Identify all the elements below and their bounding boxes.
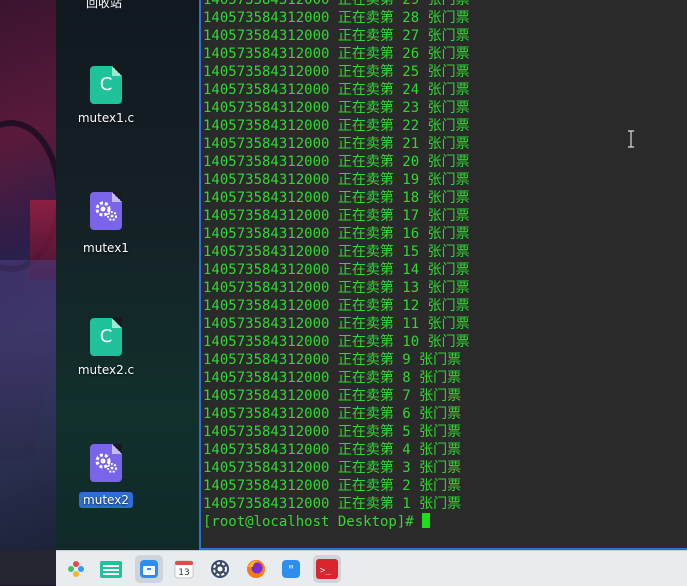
terminal-line: 140573584312000 正在卖第 21 张门票 bbox=[203, 136, 470, 152]
terminal-prompt-line[interactable]: [root@localhost Desktop]# bbox=[203, 513, 470, 531]
terminal-line: 140573584312000 正在卖第 28 张门票 bbox=[203, 10, 470, 26]
desktop-icon-mutex2[interactable]: mutex2 bbox=[56, 444, 156, 508]
terminal-icon[interactable]: >_ bbox=[313, 555, 341, 583]
terminal-line: 140573584312000 正在卖第 2 张门票 bbox=[203, 478, 462, 494]
desktop-icon-mutex1-c[interactable]: C mutex1.c bbox=[56, 66, 156, 126]
terminal-line: 140573584312000 正在卖第 6 张门票 bbox=[203, 406, 462, 422]
desktop-icon-mutex2-c[interactable]: C mutex2.c bbox=[56, 318, 156, 378]
terminal-line: 140573584312000 正在卖第 22 张门票 bbox=[203, 118, 470, 134]
terminal-line: 140573584312000 正在卖第 8 张门票 bbox=[203, 370, 462, 386]
terminal-line: 140573584312000 正在卖第 25 张门票 bbox=[203, 64, 470, 80]
c-source-file-icon: C bbox=[90, 318, 122, 356]
chat-icon[interactable]: " bbox=[277, 555, 305, 583]
partial-desktop-label[interactable]: 回收站 bbox=[86, 0, 122, 11]
terminal-window[interactable]: 140573584312000 正在卖第 29 张门票 1405735843120… bbox=[199, 0, 687, 550]
desktop-icon-mutex1[interactable]: mutex1 bbox=[56, 192, 156, 256]
terminal-line: 140573584312000 正在卖第 7 张门票 bbox=[203, 388, 462, 404]
firefox-icon[interactable] bbox=[242, 555, 270, 583]
terminal-line: 140573584312000 正在卖第 16 张门票 bbox=[203, 226, 470, 242]
terminal-line: 140573584312000 正在卖第 24 张门票 bbox=[203, 82, 470, 98]
desktop-icon-label: mutex2.c bbox=[77, 363, 135, 377]
file-manager-icon[interactable] bbox=[97, 555, 125, 583]
terminal-line: 140573584312000 正在卖第 23 张门票 bbox=[203, 100, 470, 116]
terminal-line: 140573584312000 正在卖第 14 张门票 bbox=[203, 262, 470, 278]
executable-gear-icon bbox=[90, 192, 122, 230]
terminal-line: 140573584312000 正在卖第 20 张门票 bbox=[203, 154, 470, 170]
terminal-line: 140573584312000 正在卖第 9 张门票 bbox=[203, 352, 462, 368]
desktop-area: 回收站 C mutex1.c mutex1 C mutex2.c mutex2 bbox=[56, 0, 199, 550]
taskbar-left-edge bbox=[0, 550, 56, 585]
wallpaper bbox=[0, 0, 60, 550]
terminal-line: 140573584312000 正在卖第 11 张门票 bbox=[203, 316, 470, 332]
calendar-day: 13 bbox=[178, 568, 189, 578]
calendar-icon[interactable]: 13 bbox=[170, 555, 198, 583]
terminal-line: 140573584312000 正在卖第 13 张门票 bbox=[203, 280, 470, 296]
terminal-cursor bbox=[422, 513, 431, 528]
terminal-line: 140573584312000 正在卖第 29 张门票 bbox=[203, 0, 470, 8]
terminal-line: 140573584312000 正在卖第 27 张门票 bbox=[203, 28, 470, 44]
wallpaper-shape bbox=[0, 260, 60, 460]
terminal-glyph: >_ bbox=[320, 566, 331, 576]
svg-text:": " bbox=[288, 563, 294, 577]
terminal-line: 140573584312000 正在卖第 19 张门票 bbox=[203, 172, 470, 188]
desktop-icon-label: mutex1 bbox=[83, 241, 129, 255]
c-source-file-icon: C bbox=[90, 66, 122, 104]
desktop-icon-label: mutex1.c bbox=[77, 111, 135, 125]
terminal-line: 140573584312000 正在卖第 3 张门票 bbox=[203, 460, 462, 476]
desktop-icon-label-selected: mutex2 bbox=[79, 492, 133, 508]
executable-gear-icon bbox=[90, 444, 122, 482]
terminal-line: 140573584312000 正在卖第 12 张门票 bbox=[203, 298, 470, 314]
terminal-output: 140573584312000 正在卖第 29 张门票 1405735843120… bbox=[203, 0, 470, 531]
terminal-line: 140573584312000 正在卖第 18 张门票 bbox=[203, 190, 470, 206]
terminal-line: 140573584312000 正在卖第 26 张门票 bbox=[203, 46, 470, 62]
text-cursor-ibeam-icon bbox=[628, 130, 634, 148]
app-store-icon[interactable] bbox=[135, 555, 163, 583]
terminal-line: 140573584312000 正在卖第 4 张门票 bbox=[203, 442, 462, 458]
terminal-line: 140573584312000 正在卖第 15 张门票 bbox=[203, 244, 470, 260]
terminal-line: 140573584312000 正在卖第 17 张门票 bbox=[203, 208, 470, 224]
terminal-prompt: [root@localhost Desktop]# bbox=[203, 514, 423, 530]
app-launcher-icon[interactable] bbox=[62, 555, 90, 583]
terminal-line: 140573584312000 正在卖第 1 张门票 bbox=[203, 496, 462, 512]
taskbar: 13 " >_ bbox=[56, 550, 687, 586]
terminal-line: 140573584312000 正在卖第 5 张门票 bbox=[203, 424, 462, 440]
settings-icon[interactable] bbox=[206, 555, 234, 583]
terminal-line: 140573584312000 正在卖第 10 张门票 bbox=[203, 334, 470, 350]
